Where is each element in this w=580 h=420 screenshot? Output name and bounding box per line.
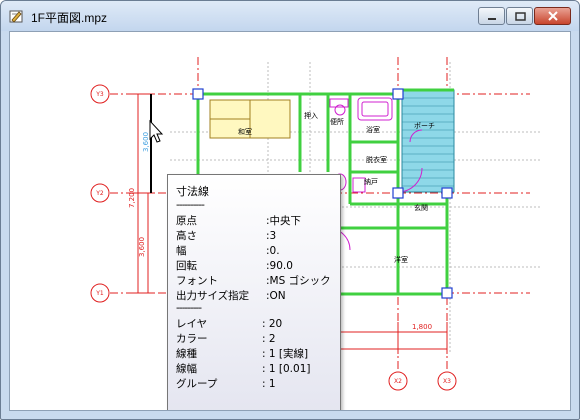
title-bar[interactable]: 1F平面図.mpz	[1, 1, 579, 31]
tooltip-attr-layer: レイヤ: 20	[176, 318, 283, 330]
tooltip-attr-color: カラー: 2	[176, 333, 276, 345]
tooltip-field-font: フォント:MS ゴシック	[176, 275, 331, 287]
maximize-icon	[515, 12, 526, 21]
dimension-tooltip: 寸法線 ---------- 原点:中央下 高さ:3 幅:0. 回転:90.0 …	[167, 174, 341, 410]
close-icon	[548, 11, 558, 21]
tooltip-title: 寸法線	[176, 185, 209, 198]
dim-text-selected: 3,600	[142, 132, 150, 152]
app-window: 1F平面図.mpz Y3 Y2 Y1 X2 X3 7,200 3,600 1,8…	[0, 0, 580, 420]
grid-label-x3: X3	[443, 378, 451, 385]
dim-text-bottom-right: 1,800	[412, 323, 432, 331]
tooltip-attr-linetype: 線種: 1 [実線]	[176, 348, 309, 360]
tooltip-field-rotation: 回転:90.0	[176, 260, 293, 272]
tooltip-separator-2: ---------	[176, 302, 202, 314]
tooltip-attr-linewidth: 線幅: 1 [0.01]	[176, 363, 311, 375]
dim-text-left-top: 7,200	[128, 188, 136, 208]
room-label-porch: ポーチ	[414, 122, 435, 130]
tooltip-attr-group: グループ: 1	[176, 378, 276, 390]
room-label-benjo: 便所	[330, 117, 344, 126]
tooltip-field-origin: 原点:中央下	[176, 215, 302, 227]
grid-label-y3: Y3	[95, 91, 104, 98]
close-button[interactable]	[534, 7, 571, 25]
dim-text-left-bottom: 3,600	[138, 237, 146, 257]
room-label-yoshitsu: 洋室	[394, 255, 408, 264]
tooltip-field-width: 幅:0.	[176, 245, 280, 257]
tooltip-field-output-size: 出力サイズ指定:ON	[176, 290, 286, 302]
grid-label-y1: Y1	[95, 290, 104, 297]
maximize-button[interactable]	[506, 7, 533, 25]
app-icon[interactable]	[9, 8, 25, 24]
minimize-icon	[488, 18, 496, 20]
tooltip-separator: ----------	[176, 199, 205, 211]
room-label-datsuijo: 脱衣室	[366, 155, 387, 164]
room-label-yokushitsu: 浴室	[366, 125, 380, 134]
drawing-canvas[interactable]: Y3 Y2 Y1 X2 X3 7,200 3,600 1,800 3,600 和…	[9, 31, 571, 411]
room-label-genkan: 玄関	[414, 203, 428, 212]
room-label-todana: 納戸	[364, 177, 378, 186]
grid-label-y2: Y2	[95, 190, 104, 197]
room-label-oshiire: 押入	[304, 111, 318, 120]
room-label-washitsu: 和室	[238, 127, 252, 136]
window-title: 1F平面図.mpz	[31, 11, 108, 25]
grid-label-x2: X2	[394, 378, 402, 385]
tooltip-field-height: 高さ:3	[176, 230, 277, 242]
minimize-button[interactable]	[478, 7, 505, 25]
